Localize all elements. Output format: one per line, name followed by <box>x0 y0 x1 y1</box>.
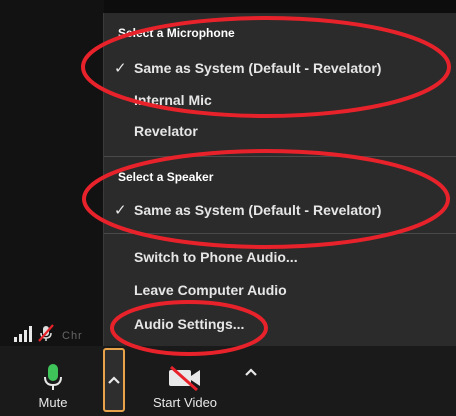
menu-item-mic-system-default[interactable]: ✓ Same as System (Default - Revelator) <box>104 53 456 83</box>
mute-label: Mute <box>38 395 68 410</box>
microphone-section-heading: Select a Microphone <box>118 26 235 40</box>
chevron-up-icon <box>108 376 120 384</box>
menu-divider <box>104 233 456 234</box>
participant-status: Chr <box>14 320 104 342</box>
menu-item-audio-settings[interactable]: Audio Settings... <box>104 309 456 339</box>
video-options-button[interactable] <box>240 360 262 384</box>
menu-item-mic-internal[interactable]: Internal Mic <box>104 85 456 115</box>
mute-button[interactable]: Mute <box>28 346 78 416</box>
self-video-tile <box>0 0 104 346</box>
menu-item-label: Switch to Phone Audio... <box>134 249 298 265</box>
audio-options-button[interactable] <box>103 348 125 412</box>
microphone-muted-icon <box>38 324 54 342</box>
menu-item-speaker-system-default[interactable]: ✓ Same as System (Default - Revelator) <box>104 195 456 225</box>
meeting-toolbar: Mute Start Video <box>0 346 456 416</box>
start-video-button[interactable]: Start Video <box>140 346 230 416</box>
menu-item-label: Audio Settings... <box>134 316 245 332</box>
audio-options-menu: Select a Microphone ✓ Same as System (De… <box>103 13 456 346</box>
menu-item-mic-revelator[interactable]: Revelator <box>104 116 456 146</box>
menu-item-label: Internal Mic <box>134 92 212 108</box>
menu-item-switch-phone-audio[interactable]: Switch to Phone Audio... <box>104 242 456 272</box>
microphone-icon <box>44 364 62 390</box>
menu-item-label: Same as System (Default - Revelator) <box>134 60 382 76</box>
speaker-section-heading: Select a Speaker <box>118 170 214 184</box>
signal-strength-icon <box>14 326 32 342</box>
participant-name: Chr <box>62 330 83 342</box>
menu-item-label: Revelator <box>134 123 198 139</box>
check-icon: ✓ <box>114 60 127 77</box>
start-video-label: Start Video <box>152 395 218 410</box>
menu-divider <box>104 156 456 157</box>
video-camera-off-icon <box>169 365 200 391</box>
chevron-up-icon <box>245 368 257 376</box>
menu-item-label: Same as System (Default - Revelator) <box>134 202 382 218</box>
menu-item-leave-computer-audio[interactable]: Leave Computer Audio <box>104 275 456 305</box>
check-icon: ✓ <box>114 202 127 219</box>
menu-item-label: Leave Computer Audio <box>134 282 287 298</box>
